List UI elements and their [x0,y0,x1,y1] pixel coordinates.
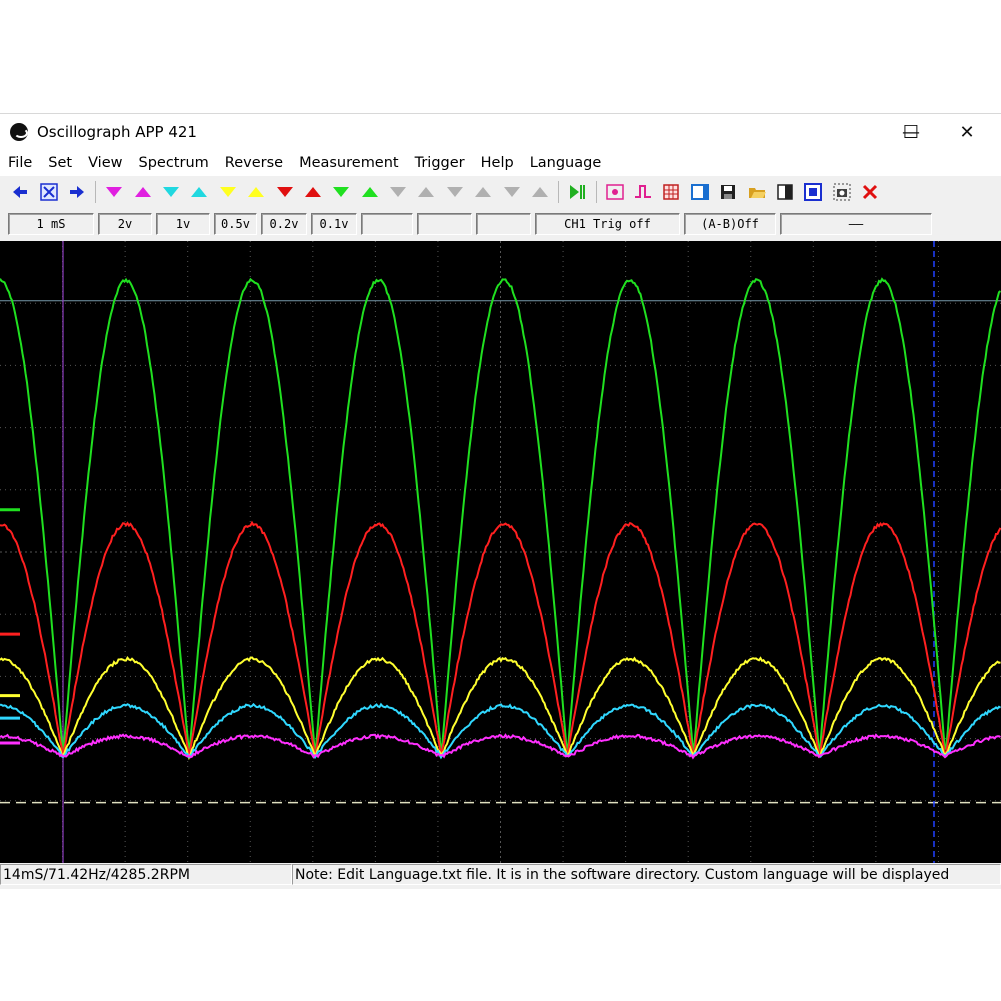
maximize-button[interactable]: ☐ [888,114,934,150]
settings-status-row: 1 mS 2v 1v 0.5v 0.2v 0.1v CH1 Trig off (A-B)Off… [0,210,1001,238]
triangle-up-icon[interactable] [132,181,154,203]
close-button[interactable]: ✕ [944,114,990,150]
camera-capture-icon[interactable] [831,181,853,203]
setting-field[interactable]: —— [780,213,932,235]
app-logo-icon [10,123,28,141]
oscilloscope-display[interactable] [0,241,1001,863]
setting-field[interactable]: 0.5v [214,213,257,235]
triangle-up-icon[interactable] [472,181,494,203]
setting-field[interactable] [361,213,413,235]
menu-measurement[interactable]: Measurement [291,155,407,171]
triangle-down-icon[interactable] [217,181,239,203]
setting-field[interactable]: CH1 Trig off [535,213,680,235]
setting-field[interactable] [417,213,472,235]
app-window: Oscillograph APP 421 — ☐ ✕ File Set View Sp… [0,113,1001,889]
toolbar-separator [558,181,560,203]
triangle-down-icon[interactable] [274,181,296,203]
menu-view[interactable]: View [80,155,130,171]
window-title: Oscillograph APP 421 [37,123,197,141]
setting-field[interactable]: 0.2v [261,213,307,235]
triangle-up-icon[interactable] [415,181,437,203]
menu-file[interactable]: File [0,155,40,171]
menu-trigger[interactable]: Trigger [407,155,473,171]
triangle-up-icon[interactable] [245,181,267,203]
toolbar [0,178,1001,206]
cross-cursor-icon[interactable] [38,181,60,203]
menu-bar: File Set View Spectrum Reverse Measurement Tri… [0,150,1001,176]
setting-field[interactable] [476,213,531,235]
status-note: Note: Edit Language.txt file. It is in t… [292,864,1001,885]
open-folder-icon[interactable] [746,181,768,203]
menu-spectrum[interactable]: Spectrum [131,155,217,171]
setting-field[interactable]: 0.1v [311,213,357,235]
menu-help[interactable]: Help [473,155,522,171]
pulse-edge-icon[interactable] [632,181,654,203]
triangle-up-icon[interactable] [529,181,551,203]
triangle-down-icon[interactable] [387,181,409,203]
play-pause-icon[interactable] [566,181,588,203]
title-bar[interactable]: Oscillograph APP 421 — ☐ ✕ [0,114,1001,150]
toolbar-separator [595,181,597,203]
menu-set[interactable]: Set [40,155,80,171]
toolbar-separator [95,181,97,203]
triangle-up-icon[interactable] [188,181,210,203]
setting-field[interactable]: 1 mS [8,213,94,235]
menu-reverse[interactable]: Reverse [217,155,291,171]
triangle-up-icon[interactable] [302,181,324,203]
status-bar: 14mS/71.42Hz/4285.2RPM Note: Edit Langua… [0,864,1001,886]
arrow-right-icon[interactable] [66,181,88,203]
window-panel-icon[interactable] [689,181,711,203]
waveform-plot[interactable] [0,241,1001,863]
triangle-down-icon[interactable] [160,181,182,203]
triangle-up-icon[interactable] [359,181,381,203]
close-x-icon[interactable] [859,181,881,203]
triangle-down-icon[interactable] [444,181,466,203]
target-square-icon[interactable] [802,181,824,203]
arrow-left-icon[interactable] [9,181,31,203]
setting-field[interactable]: 1v [156,213,210,235]
frequency-readout: 14mS/71.42Hz/4285.2RPM [0,864,292,885]
triangle-down-icon[interactable] [501,181,523,203]
save-disk-icon[interactable] [717,181,739,203]
grid-table-icon[interactable] [660,181,682,203]
triangle-down-icon[interactable] [330,181,352,203]
contrast-icon[interactable] [774,181,796,203]
menu-language[interactable]: Language [522,155,610,171]
trigger-mode-icon[interactable] [604,181,626,203]
setting-field[interactable]: (A-B)Off [684,213,776,235]
setting-field[interactable]: 2v [98,213,152,235]
triangle-down-icon[interactable] [103,181,125,203]
